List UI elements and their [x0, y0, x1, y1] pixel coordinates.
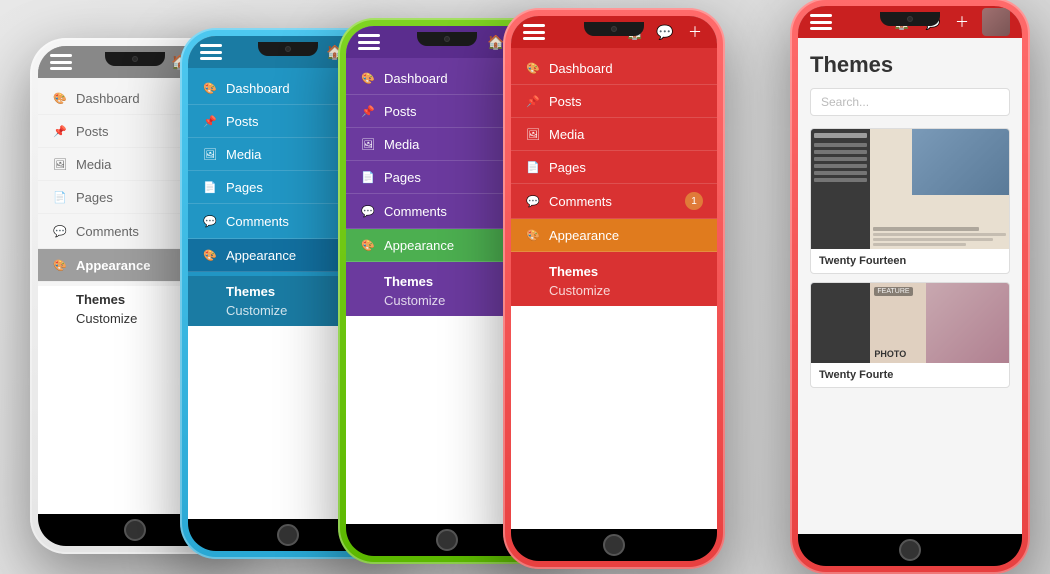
phone-inner: 🏠 💬 ＋ Themes Search... [798, 6, 1022, 566]
hamburger-icon[interactable] [523, 24, 545, 40]
comments-badge: 1 [685, 192, 703, 210]
hamburger-icon[interactable] [50, 54, 72, 70]
phone-notch [417, 32, 477, 46]
posts-icon: 📌 [202, 113, 218, 129]
menu-item-dashboard[interactable]: 🎨 Dashboard [511, 52, 717, 85]
dashboard-icon: 🎨 [525, 60, 541, 76]
pages-icon: 📄 [52, 189, 68, 205]
sub-item-customize[interactable]: Customize [549, 281, 703, 300]
sub-items: Themes Customize [511, 256, 717, 306]
home-button[interactable] [798, 534, 1022, 566]
menu-item-appearance[interactable]: 🎨 Appearance [511, 219, 717, 252]
phone-notch [105, 52, 165, 66]
pages-icon: 📄 [202, 179, 218, 195]
phone-notch [258, 42, 318, 56]
phone-camera [907, 16, 913, 22]
phone-themes: 🏠 💬 ＋ Themes Search... [790, 0, 1030, 574]
phone-screen: 🏠 💬 ＋ Themes Search... [798, 6, 1022, 534]
theme-name: Twenty Fourteen [811, 249, 1009, 273]
theme-card-image [811, 129, 1009, 249]
appearance-icon: 🎨 [360, 237, 376, 253]
phone-notch [880, 12, 940, 26]
plus-icon[interactable]: ＋ [952, 12, 972, 32]
hamburger-icon[interactable] [200, 44, 222, 60]
comments-icon: 💬 [52, 223, 68, 239]
appearance-icon: 🎨 [52, 257, 68, 273]
dashboard-icon: 🎨 [360, 70, 376, 86]
phone-red: 🏠 💬 ＋ 🎨 Dashboard 📌 Posts 🖼 [503, 8, 725, 569]
posts-icon: 📌 [525, 93, 541, 109]
phone-camera [132, 56, 138, 62]
fake-sidebar [811, 129, 870, 249]
phone-camera [444, 36, 450, 42]
posts-icon: 📌 [360, 103, 376, 119]
phone-inner: 🏠 💬 ＋ 🎨 Dashboard 📌 Posts 🖼 [511, 16, 717, 561]
fake-sidebar-2 [811, 283, 870, 363]
avatar [982, 8, 1010, 36]
menu-list: 🎨 Dashboard 📌 Posts 🖼 Media 📄 Pages [511, 48, 717, 256]
menu-item-posts[interactable]: 📌 Posts [511, 85, 717, 118]
phones-container: 🏠 💬 🎨 Dashboard 📌 Posts 🖼 [0, 0, 1050, 574]
fake-content [870, 129, 1009, 249]
home-button[interactable] [511, 529, 717, 561]
menu-item-pages[interactable]: 📄 Pages [511, 151, 717, 184]
comments-icon: 💬 [360, 203, 376, 219]
fake-content-2: PHOTO FEATURE [870, 283, 1009, 363]
comment-icon[interactable]: 💬 [655, 22, 675, 42]
phone-camera [285, 46, 291, 52]
phone-screen: 🏠 💬 ＋ 🎨 Dashboard 📌 Posts 🖼 [511, 16, 717, 529]
fake-text [873, 227, 1006, 246]
plus-icon[interactable]: ＋ [685, 22, 705, 42]
posts-icon: 📌 [52, 123, 68, 139]
comments-icon: 💬 [525, 193, 541, 209]
media-icon: 🖼 [52, 156, 68, 172]
pages-icon: 📄 [360, 169, 376, 185]
media-icon: 🖼 [202, 146, 218, 162]
phone-camera [611, 26, 617, 32]
theme-card-image-2: PHOTO FEATURE [811, 283, 1009, 363]
sub-item-themes[interactable]: Themes [549, 262, 703, 281]
theme-card-1[interactable]: Twenty Fourteen [810, 128, 1010, 274]
themes-search-input[interactable]: Search... [810, 88, 1010, 116]
pages-icon: 📄 [525, 159, 541, 175]
hamburger-icon[interactable] [358, 34, 380, 50]
menu-item-comments[interactable]: 💬 Comments 1 [511, 184, 717, 219]
appearance-icon: 🎨 [525, 227, 541, 243]
media-icon: 🖼 [360, 136, 376, 152]
phone-notch [584, 22, 644, 36]
theme-card-2[interactable]: PHOTO FEATURE Twenty Fourte [810, 282, 1010, 388]
dashboard-icon: 🎨 [52, 90, 68, 106]
appearance-icon: 🎨 [202, 247, 218, 263]
themes-title: Themes [798, 38, 1022, 88]
hamburger-icon[interactable] [810, 14, 832, 30]
themes-panel: Themes Search... [798, 38, 1022, 534]
comments-icon: 💬 [202, 213, 218, 229]
menu-item-media[interactable]: 🖼 Media [511, 118, 717, 151]
dashboard-icon: 🎨 [202, 80, 218, 96]
media-icon: 🖼 [525, 126, 541, 142]
theme-name-2: Twenty Fourte [811, 363, 1009, 387]
